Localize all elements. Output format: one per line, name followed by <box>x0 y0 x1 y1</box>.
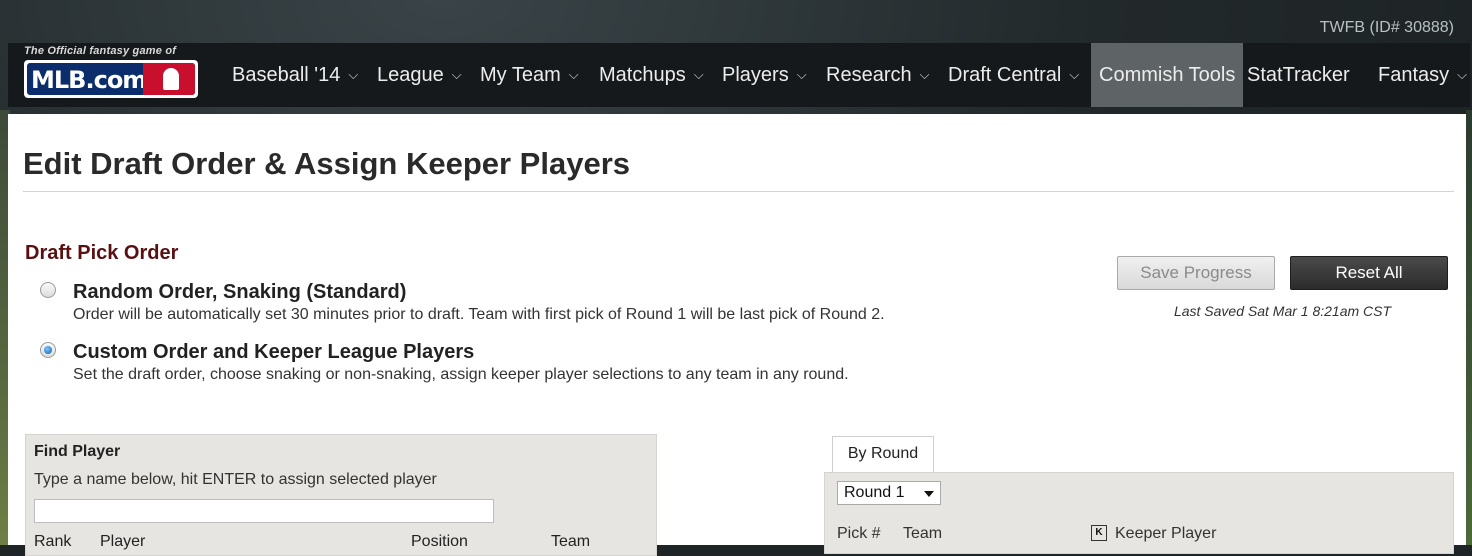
nav-draft-central[interactable]: Draft Central ⌵ <box>948 43 1079 107</box>
option-random-title: Random Order, Snaking (Standard) <box>73 281 407 303</box>
keeper-icon: K <box>1091 525 1107 541</box>
column-header-pick: Pick # <box>837 525 881 542</box>
option-custom-title: Custom Order and Keeper League Players <box>73 341 475 363</box>
save-progress-button[interactable]: Save Progress <box>1117 256 1275 290</box>
nav-matchups[interactable]: Matchups ⌵ <box>599 43 704 107</box>
find-player-panel: Find Player Type a name below, hit ENTER… <box>25 434 657 556</box>
column-header-team: Team <box>903 525 943 542</box>
page-title: Edit Draft Order & Assign Keeper Players <box>23 146 630 181</box>
tab-by-round[interactable]: By Round <box>832 436 934 472</box>
radio-random-order[interactable] <box>40 282 56 298</box>
logo-tagline: The Official fantasy game of <box>24 45 177 57</box>
title-divider <box>23 191 1454 192</box>
chevron-down-icon: ⌵ <box>693 67 704 82</box>
column-header-player[interactable]: Player <box>100 533 145 551</box>
chevron-down-icon: ⌵ <box>1069 67 1080 82</box>
mlb-logo[interactable]: The Official fantasy game of MLB.com <box>24 45 204 103</box>
column-header-keeper-player: Keeper Player <box>1115 525 1217 542</box>
nav-commish-tools[interactable]: Commish Tools <box>1091 43 1244 107</box>
nav-stattracker[interactable]: StatTracker <box>1247 43 1350 107</box>
chevron-down-icon: ⌵ <box>919 67 930 82</box>
find-player-heading: Find Player <box>34 443 121 460</box>
logo-badge: MLB.com <box>24 60 198 98</box>
round-select-value: Round 1 <box>844 484 905 501</box>
chevron-down-icon: ⌵ <box>451 67 462 82</box>
content-panel: Edit Draft Order & Assign Keeper Players… <box>8 114 1466 556</box>
chevron-down-icon: ⌵ <box>1457 67 1468 82</box>
nav-baseball-14[interactable]: Baseball '14 ⌵ <box>232 43 358 107</box>
radio-custom-order[interactable] <box>40 342 56 358</box>
chevron-down-icon: ⌵ <box>568 67 579 82</box>
dropdown-arrow-icon <box>924 491 934 497</box>
reset-all-button[interactable]: Reset All <box>1290 256 1448 290</box>
column-header-rank[interactable]: Rank <box>34 533 71 551</box>
nav-research[interactable]: Research ⌵ <box>826 43 929 107</box>
nav-players[interactable]: Players ⌵ <box>722 43 807 107</box>
draft-pick-order-heading: Draft Pick Order <box>25 242 179 264</box>
by-round-panel: Round 1 Pick # Team K Keeper Player <box>824 472 1454 554</box>
main-nav: The Official fantasy game of MLB.com Bas… <box>8 43 1470 107</box>
top-bar: TWFB (ID# 30888) <box>0 0 1472 42</box>
find-player-hint: Type a name below, hit ENTER to assign s… <box>34 471 437 488</box>
last-saved-status: Last Saved Sat Mar 1 8:21am CST <box>1173 303 1392 319</box>
nav-fantasy[interactable]: Fantasy ⌵ <box>1378 43 1467 107</box>
chevron-down-icon: ⌵ <box>796 67 807 82</box>
logo-text: MLB.com <box>31 66 147 94</box>
column-header-position[interactable]: Position <box>411 533 468 551</box>
logo-batter-icon <box>143 63 195 95</box>
nav-my-team[interactable]: My Team ⌵ <box>480 43 579 107</box>
column-header-team[interactable]: Team <box>551 533 590 551</box>
background-stadium-right <box>1466 110 1472 545</box>
chevron-down-icon: ⌵ <box>348 67 359 82</box>
option-custom-desc: Set the draft order, choose snaking or n… <box>73 366 849 383</box>
nav-league[interactable]: League ⌵ <box>377 43 462 107</box>
player-search-input[interactable] <box>34 499 494 523</box>
option-random-desc: Order will be automatically set 30 minut… <box>73 306 885 323</box>
round-select[interactable]: Round 1 <box>837 481 941 505</box>
user-id-label[interactable]: TWFB (ID# 30888) <box>1320 19 1454 37</box>
